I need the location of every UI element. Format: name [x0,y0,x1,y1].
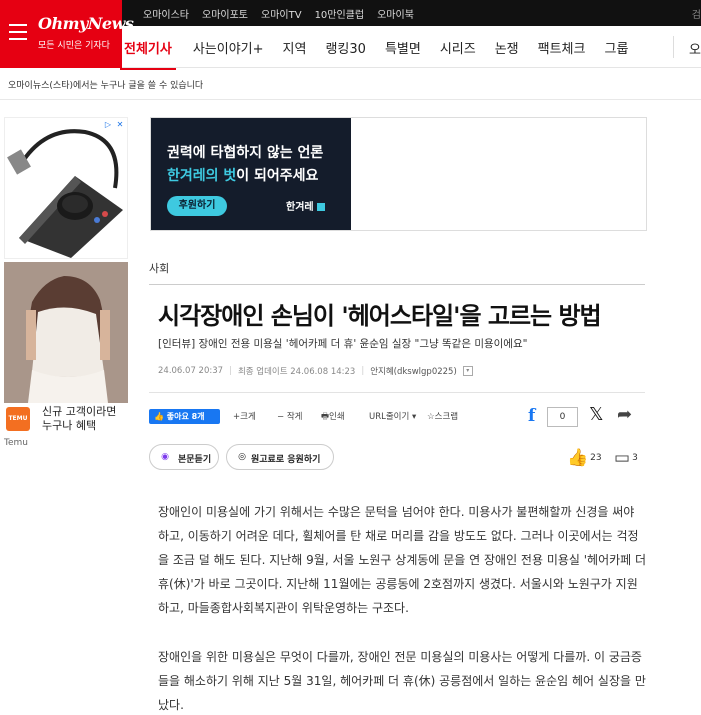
like-count: 23 [590,453,602,463]
nav-region[interactable]: 지역 [283,38,307,57]
top-link-photo[interactable]: 오마이포토 [202,6,248,21]
banner-donate-button[interactable]: 후원하기 [167,196,227,216]
ad-close-icon[interactable]: ✕ [115,120,125,130]
top-link-star[interactable]: 오마이스타 [143,6,189,21]
temu-logo-icon[interactable]: TEMU [6,407,30,431]
support-label: 원고료로 응원하기 [251,455,321,465]
ad-fashion-image[interactable] [4,262,128,403]
facebook-icon[interactable]: f [528,406,535,426]
listen-label: 본문듣기 [178,455,212,465]
author-dropdown-icon[interactable]: ▾ [462,366,473,376]
ad-choices-icon[interactable]: ▷ [103,120,113,130]
article-subhead: [인터뷰] 장애인 전용 미용실 '헤어카페 더 휴' 윤순임 실장 "그냥 똑… [158,338,528,350]
banner-line1: 권력에 타협하지 않는 언론 [167,145,324,161]
usb-sound-card-icon [7,129,123,258]
nav-special[interactable]: 특별면 [385,38,421,57]
top-links: 오마이스타 오마이포토 오마이TV 10만인클럽 오마이북 [143,0,414,26]
banner-line2: 한겨레의 벗이 되어주세요 [167,165,318,185]
comment-count: 3 [632,453,638,463]
banner-highlight: 한겨레의 벗 [167,168,237,184]
banner-line2-rest: 이 되어주세요 [236,168,319,184]
x-twitter-icon[interactable]: 𝕏 [589,404,604,425]
comment-reaction[interactable]: ▭ 3 [614,448,638,468]
nav-series[interactable]: 시리즈 [440,38,476,57]
coin-icon: ◎ [238,452,246,462]
ad-product-image[interactable]: ▷ ✕ [4,117,128,259]
top-link-tv[interactable]: 오마이TV [261,6,302,21]
author-name[interactable]: 안지혜(dkswlgp0225) [370,365,457,377]
main-nav: 전체기사 사는이야기+ 지역 랭킹30 특별면 시리즈 논쟁 팩트체크 그룹 오 [120,26,701,70]
share-count: 0 [547,407,578,427]
notice-text[interactable]: 오마이뉴스(스타)에서는 누구나 글을 쓸 수 있습니다 [8,78,203,91]
banner-logo: 한겨레 [286,198,325,213]
url-shorten-button[interactable]: URL줄이기 ▾ [369,410,416,422]
thumbs-up-icon: 👍 [567,448,589,468]
ad-advertiser: Temu [4,438,28,448]
brand-name[interactable]: OhmyNews [38,14,134,33]
nav-group[interactable]: 그룹 [604,38,628,57]
donation-banner[interactable]: 권력에 타협하지 않는 언론 한겨레의 벗이 되어주세요 후원하기 한겨레 [150,117,647,231]
meta-divider [149,392,645,393]
top-link-club[interactable]: 10만인클럽 [315,6,365,21]
left-ad[interactable]: ▷ ✕ TEMU 신규 고객이라면 누구나 혜택 Temu [4,117,128,448]
banner-logo-text: 한겨레 [286,202,314,213]
nav-debate[interactable]: 논쟁 [495,38,519,57]
updated-date: 최종 업데이트 24.06.08 14:23 [237,367,356,377]
nav-life[interactable]: 사는이야기+ [193,38,264,57]
nav-more[interactable]: 오 [689,39,701,58]
scrap-button[interactable]: ☆스크랩 [427,410,458,422]
article-section[interactable]: 사회 [149,260,169,276]
banner-panel: 권력에 타협하지 않는 언론 한겨레의 벗이 되어주세요 후원하기 한겨레 [151,118,351,230]
like-reaction[interactable]: 👍 23 [567,448,602,468]
ad-badges: ▷ ✕ [103,120,125,130]
site-logo[interactable]: OhmyNews 모든 시민은 기자다 [0,0,134,68]
nav-ranking[interactable]: 랭킹30 [325,38,365,57]
top-search-link[interactable]: 검 [692,6,701,21]
share-icon[interactable]: ➦ [617,404,632,425]
menu-icon[interactable] [9,24,27,40]
font-increase-button[interactable]: +크게 [233,410,256,422]
support-button[interactable]: ◎ 원고료로 응원하기 [226,444,334,470]
notice-bar: 오마이뉴스(스타)에서는 누구나 글을 쓸 수 있습니다 [0,68,701,100]
article-toolbar: 👍 좋아요 8개 +크게 − 작게 🖶인쇄 URL줄이기 ▾ ☆스크랩 f 0 … [149,404,645,428]
published-date: 24.06.07 20:37 [158,366,224,376]
body-paragraph-1: 장애인이 미용실에 가기 위해서는 수많은 문턱을 넘어야 한다. 미용사가 불… [158,505,647,615]
section-divider [149,284,645,285]
brand-slogan: 모든 시민은 기자다 [38,41,110,51]
nav-factcheck[interactable]: 팩트체크 [538,38,586,57]
article-meta: 24.06.07 20:37 | 최종 업데이트 24.06.08 14:23 … [158,365,473,377]
font-decrease-button[interactable]: − 작게 [277,410,302,422]
top-link-book[interactable]: 오마이북 [377,6,414,21]
temu-promo-text[interactable]: 신규 고객이라면 누구나 혜택 [42,405,128,433]
listen-button[interactable]: ◉ 본문듣기 [149,444,219,470]
body-paragraph-2: 장애인을 위한 미용실은 무엇이 다를까, 장애인 전문 미용실의 미용사는 어… [158,650,646,712]
nav-divider [673,36,674,58]
nav-all-articles[interactable]: 전체기사 [120,38,176,70]
banner-logo-icon [316,203,325,211]
print-button[interactable]: 🖶인쇄 [321,410,345,425]
comment-icon: ▭ [614,448,631,468]
audio-icon: ◉ [161,452,169,462]
temu-promo[interactable]: TEMU 신규 고객이라면 누구나 혜택 [4,405,128,437]
article-headline: 시각장애인 손님이 '헤어스타일'을 고르는 방법 [158,302,602,330]
facebook-like-button[interactable]: 👍 좋아요 8개 [149,409,220,424]
